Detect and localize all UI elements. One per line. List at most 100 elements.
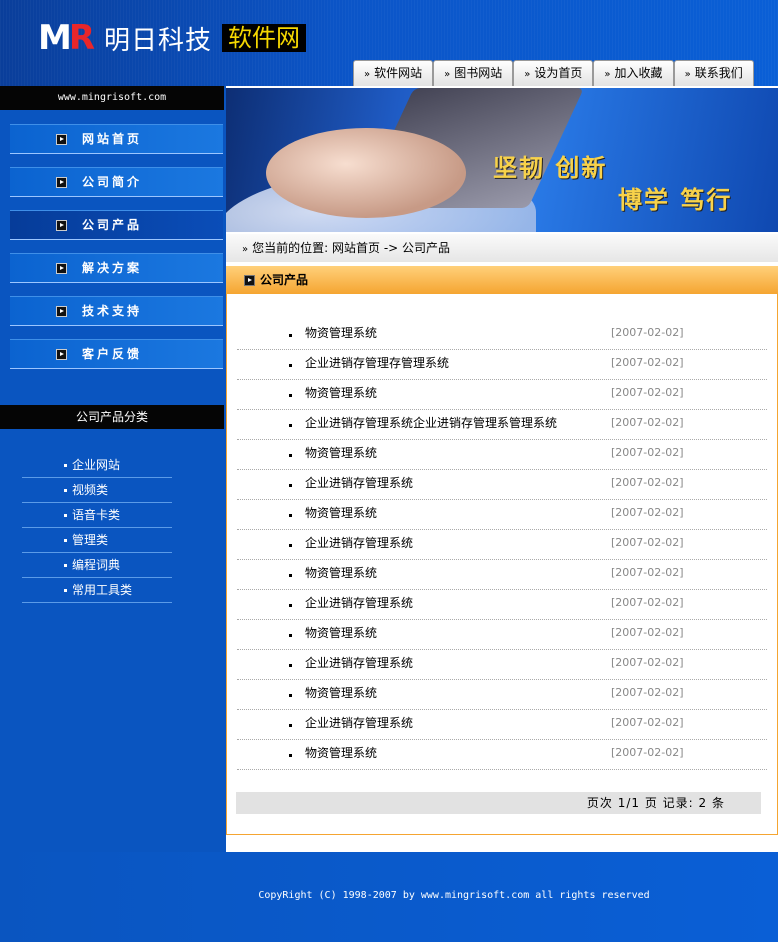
product-title[interactable]: 企业进销存管理系统 bbox=[305, 590, 413, 616]
product-row: 物资管理系统 [2007-02-02] bbox=[237, 740, 767, 770]
product-title[interactable]: 物资管理系统 bbox=[305, 380, 377, 406]
bullet-icon bbox=[289, 334, 292, 337]
nav-tab-book-site[interactable]: » 图书网站 bbox=[433, 60, 514, 86]
product-row: 物资管理系统 [2007-02-02] bbox=[237, 680, 767, 710]
category-item[interactable]: 语音卡类 bbox=[22, 503, 172, 528]
product-row: 企业进销存管理系统 [2007-02-02] bbox=[237, 710, 767, 740]
nav-tab-set-homepage[interactable]: » 设为首页 bbox=[513, 60, 594, 86]
product-date: [2007-02-02] bbox=[611, 746, 684, 759]
play-arrow-icon bbox=[56, 306, 67, 317]
bullet-icon bbox=[289, 514, 292, 517]
sidebar-item-support[interactable]: 技术支持 bbox=[10, 296, 223, 326]
play-arrow-icon bbox=[56, 349, 67, 360]
product-date: [2007-02-02] bbox=[611, 386, 684, 399]
bullet-icon bbox=[289, 394, 292, 397]
category-item[interactable]: 视频类 bbox=[22, 478, 172, 503]
sidebar-item-about[interactable]: 公司简介 bbox=[10, 167, 223, 197]
product-date: [2007-02-02] bbox=[611, 626, 684, 639]
logo-company-name: 明日科技 bbox=[104, 25, 213, 56]
banner-slogan-1: 坚韧 创新 bbox=[493, 154, 608, 182]
product-row: 物资管理系统 [2007-02-02] bbox=[237, 560, 767, 590]
product-row: 企业进销存管理系统企业进销存管理系管理系统 [2007-02-02] bbox=[237, 410, 767, 440]
product-row: 企业进销存管理系统 [2007-02-02] bbox=[237, 530, 767, 560]
product-title[interactable]: 物资管理系统 bbox=[305, 740, 377, 766]
product-title[interactable]: 物资管理系统 bbox=[305, 500, 377, 526]
product-row: 物资管理系统 [2007-02-02] bbox=[237, 320, 767, 350]
category-item[interactable]: 编程词典 bbox=[22, 553, 172, 578]
bullet-icon bbox=[289, 364, 292, 367]
site-logo[interactable]: MR 明日科技 软件网 bbox=[38, 18, 307, 58]
product-date: [2007-02-02] bbox=[611, 476, 684, 489]
bullet-icon bbox=[64, 514, 67, 517]
product-row: 物资管理系统 [2007-02-02] bbox=[237, 440, 767, 470]
bullet-icon bbox=[289, 724, 292, 727]
product-row: 物资管理系统 [2007-02-02] bbox=[237, 380, 767, 410]
section-title: 公司产品 bbox=[260, 273, 309, 287]
product-title[interactable]: 企业进销存管理系统企业进销存管理系管理系统 bbox=[305, 410, 557, 436]
product-title[interactable]: 企业进销存管理系统 bbox=[305, 650, 413, 676]
product-date: [2007-02-02] bbox=[611, 506, 684, 519]
bullet-icon bbox=[64, 539, 67, 542]
banner-slogan-2: 博学 笃行 bbox=[618, 186, 733, 214]
play-arrow-icon bbox=[56, 263, 67, 274]
logo-mark: MR bbox=[38, 18, 95, 58]
breadcrumb: » 您当前的位置: 网站首页 -> 公司产品 bbox=[226, 234, 778, 262]
logo-site-name: 软件网 bbox=[222, 24, 307, 52]
category-item[interactable]: 常用工具类 bbox=[22, 578, 172, 603]
nav-tab-contact-us[interactable]: » 联系我们 bbox=[673, 60, 754, 86]
bullet-icon bbox=[289, 754, 292, 757]
product-date: [2007-02-02] bbox=[611, 596, 684, 609]
nav-tab-add-favorite[interactable]: » 加入收藏 bbox=[593, 60, 674, 86]
product-row: 企业进销存管理系统 [2007-02-02] bbox=[237, 590, 767, 620]
double-arrow-icon: » bbox=[524, 69, 531, 80]
sidebar-item-solutions[interactable]: 解决方案 bbox=[10, 253, 223, 283]
main-content: 坚韧 创新 博学 笃行 » 您当前的位置: 网站首页 -> 公司产品 公司产品 物… bbox=[226, 86, 778, 852]
category-item[interactable]: 企业网站 bbox=[22, 453, 172, 478]
bullet-icon bbox=[64, 464, 67, 467]
product-date: [2007-02-02] bbox=[611, 326, 684, 339]
nav-tab-software-site[interactable]: » 软件网站 bbox=[353, 60, 434, 86]
play-arrow-icon bbox=[56, 220, 67, 231]
hero-banner: 坚韧 创新 博学 笃行 bbox=[226, 88, 778, 232]
product-title[interactable]: 企业进销存管理存管理系统 bbox=[305, 350, 449, 376]
product-title[interactable]: 企业进销存管理系统 bbox=[305, 530, 413, 556]
double-arrow-icon: » bbox=[242, 244, 249, 255]
breadcrumb-path[interactable]: 网站首页 -> 公司产品 bbox=[332, 241, 450, 255]
site-url: www.mingrisoft.com bbox=[0, 86, 224, 110]
product-title[interactable]: 企业进销存管理系统 bbox=[305, 710, 413, 736]
product-date: [2007-02-02] bbox=[611, 536, 684, 549]
category-item[interactable]: 管理类 bbox=[22, 528, 172, 553]
bullet-icon bbox=[64, 589, 67, 592]
product-panel: 物资管理系统 [2007-02-02] 企业进销存管理存管理系统 [2007-02-0… bbox=[226, 294, 778, 835]
double-arrow-icon: » bbox=[684, 69, 691, 80]
play-arrow-icon bbox=[244, 275, 255, 286]
product-date: [2007-02-02] bbox=[611, 686, 684, 699]
breadcrumb-prefix: 您当前的位置: bbox=[252, 241, 329, 255]
product-title[interactable]: 物资管理系统 bbox=[305, 560, 377, 586]
product-title[interactable]: 物资管理系统 bbox=[305, 320, 377, 346]
sidebar-item-products[interactable]: 公司产品 bbox=[10, 210, 223, 240]
bullet-icon bbox=[64, 489, 67, 492]
product-date: [2007-02-02] bbox=[611, 716, 684, 729]
bullet-icon bbox=[289, 604, 292, 607]
sidebar-item-home[interactable]: 网站首页 bbox=[10, 124, 223, 154]
site-footer: CopyRight (C) 1998-2007 by www.mingrisof… bbox=[0, 852, 778, 942]
sidebar: www.mingrisoft.com 网站首页 公司简介 公司产品 解决方案 技… bbox=[0, 86, 224, 852]
product-date: [2007-02-02] bbox=[611, 416, 684, 429]
site-header: MR 明日科技 软件网 » 软件网站 » 图书网站 » 设为首页 » 加入收藏 » 联系我… bbox=[0, 0, 778, 86]
pager: 页次 1/1 页 记录: 2 条 bbox=[236, 792, 761, 814]
product-title[interactable]: 物资管理系统 bbox=[305, 620, 377, 646]
product-title[interactable]: 物资管理系统 bbox=[305, 440, 377, 466]
play-arrow-icon bbox=[56, 177, 67, 188]
sidebar-item-feedback[interactable]: 客户反馈 bbox=[10, 339, 223, 369]
product-list: 物资管理系统 [2007-02-02] 企业进销存管理存管理系统 [2007-02-0… bbox=[237, 320, 767, 770]
double-arrow-icon: » bbox=[444, 69, 451, 80]
bullet-icon bbox=[289, 424, 292, 427]
banner-hands-image bbox=[266, 128, 466, 218]
sidebar-menu: 网站首页 公司简介 公司产品 解决方案 技术支持 客户反馈 bbox=[0, 124, 224, 369]
product-title[interactable]: 企业进销存管理系统 bbox=[305, 470, 413, 496]
product-title[interactable]: 物资管理系统 bbox=[305, 680, 377, 706]
product-row: 物资管理系统 [2007-02-02] bbox=[237, 500, 767, 530]
category-list: 企业网站 视频类 语音卡类 管理类 编程词典 常用工具类 bbox=[0, 453, 224, 603]
bullet-icon bbox=[289, 544, 292, 547]
